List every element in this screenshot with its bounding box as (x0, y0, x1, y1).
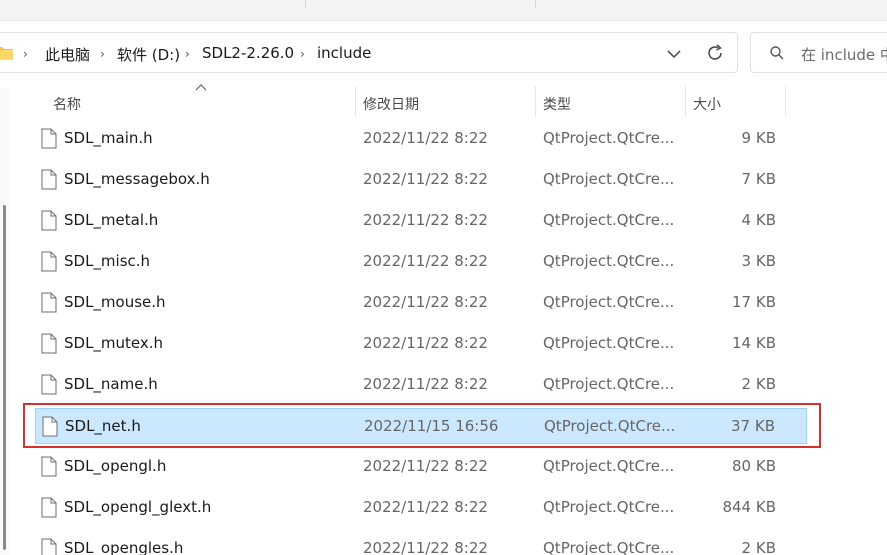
chevron-right-icon[interactable]: › (100, 47, 105, 61)
file-icon (41, 128, 57, 149)
file-date: 2022/11/22 8:22 (363, 252, 488, 270)
file-icon (41, 210, 57, 231)
file-date: 2022/11/22 8:22 (363, 457, 488, 475)
annotation-highlight-box (23, 403, 821, 448)
file-date: 2022/11/22 8:22 (363, 211, 488, 229)
file-type: QtProject.QtCre... (543, 293, 675, 311)
file-name: SDL_mouse.h (64, 293, 166, 311)
file-type: QtProject.QtCre... (543, 498, 675, 516)
file-row[interactable]: SDL_opengles.h 2022/11/22 8:22 QtProject… (35, 531, 807, 555)
tab-divider (305, 0, 306, 8)
column-header-type[interactable]: 类型 (543, 94, 571, 124)
file-size: 844 KB (722, 498, 776, 516)
breadcrumb-drive-d[interactable]: 软件 (D:) (117, 44, 180, 65)
breadcrumb-include[interactable]: include (317, 44, 371, 62)
column-header-date[interactable]: 修改日期 (363, 94, 419, 124)
file-size: 4 KB (741, 211, 776, 229)
file-type: QtProject.QtCre... (543, 211, 675, 229)
title-tab-strip (0, 0, 887, 21)
file-row[interactable]: SDL_metal.h 2022/11/22 8:22 QtProject.Qt… (35, 203, 807, 239)
column-header-size[interactable]: 大小 (693, 94, 721, 124)
chevron-right-icon[interactable]: › (185, 47, 190, 61)
file-date: 2022/11/22 8:22 (363, 293, 488, 311)
folder-icon (0, 47, 13, 60)
file-name: SDL_opengles.h (64, 539, 184, 555)
search-box[interactable]: 在 include 中 (750, 32, 887, 73)
file-icon (41, 251, 57, 272)
search-input[interactable]: 在 include 中 (801, 44, 887, 65)
file-date: 2022/11/22 8:22 (363, 539, 488, 555)
column-header-name[interactable]: 名称 (53, 94, 81, 124)
file-name: SDL_main.h (64, 129, 153, 147)
file-size: 2 KB (741, 375, 776, 393)
file-size: 7 KB (741, 170, 776, 188)
scrollbar-thumb[interactable] (3, 205, 6, 550)
file-size: 2 KB (741, 539, 776, 555)
column-divider[interactable] (685, 86, 686, 116)
file-name: SDL_messagebox.h (64, 170, 210, 188)
file-type: QtProject.QtCre... (543, 539, 675, 555)
sort-ascending-icon (195, 84, 207, 91)
file-name: SDL_opengl.h (64, 457, 167, 475)
file-type: QtProject.QtCre... (543, 252, 675, 270)
file-icon (41, 292, 57, 313)
file-type: QtProject.QtCre... (543, 334, 675, 352)
file-icon (41, 169, 57, 190)
column-divider[interactable] (535, 86, 536, 116)
refresh-icon[interactable] (705, 43, 725, 63)
file-name: SDL_name.h (64, 375, 158, 393)
address-bar[interactable]: › 此电脑 › 软件 (D:) › SDL2-2.26.0 › include (0, 32, 738, 73)
file-row[interactable]: SDL_misc.h 2022/11/22 8:22 QtProject.QtC… (35, 244, 807, 280)
file-row[interactable]: SDL_messagebox.h 2022/11/22 8:22 QtProje… (35, 162, 807, 198)
file-type: QtProject.QtCre... (543, 457, 675, 475)
file-date: 2022/11/22 8:22 (363, 129, 488, 147)
file-row[interactable]: SDL_opengl_glext.h 2022/11/22 8:22 QtPro… (35, 490, 807, 526)
file-name: SDL_mutex.h (64, 334, 164, 352)
column-divider[interactable] (785, 86, 786, 116)
file-row[interactable]: SDL_mouse.h 2022/11/22 8:22 QtProject.Qt… (35, 285, 807, 321)
file-icon (41, 538, 57, 555)
column-divider[interactable] (355, 86, 356, 116)
file-size: 80 KB (732, 457, 776, 475)
file-type: QtProject.QtCre... (543, 170, 675, 188)
file-icon (41, 333, 57, 354)
file-name: SDL_opengl_glext.h (64, 498, 212, 516)
file-name: SDL_metal.h (64, 211, 159, 229)
file-size: 17 KB (732, 293, 776, 311)
file-size: 14 KB (732, 334, 776, 352)
file-row[interactable]: SDL_name.h 2022/11/22 8:22 QtProject.QtC… (35, 367, 807, 403)
chevron-down-icon[interactable] (665, 45, 683, 63)
file-icon (41, 456, 57, 477)
chevron-right-icon[interactable]: › (23, 47, 28, 61)
file-icon (41, 374, 57, 395)
file-date: 2022/11/22 8:22 (363, 375, 488, 393)
file-date: 2022/11/22 8:22 (363, 498, 488, 516)
file-row[interactable]: SDL_mutex.h 2022/11/22 8:22 QtProject.Qt… (35, 326, 807, 362)
search-icon (770, 46, 784, 60)
file-type: QtProject.QtCre... (543, 375, 675, 393)
breadcrumb-sdl2-folder[interactable]: SDL2-2.26.0 (202, 44, 294, 62)
file-type: QtProject.QtCre... (543, 129, 675, 147)
file-date: 2022/11/22 8:22 (363, 334, 488, 352)
file-row[interactable]: SDL_opengl.h 2022/11/22 8:22 QtProject.Q… (35, 449, 807, 485)
file-icon (41, 497, 57, 518)
file-date: 2022/11/22 8:22 (363, 170, 488, 188)
chevron-right-icon[interactable]: › (300, 47, 305, 61)
file-size: 3 KB (741, 252, 776, 270)
file-size: 9 KB (741, 129, 776, 147)
tab-divider (535, 0, 536, 8)
breadcrumb-this-pc[interactable]: 此电脑 (45, 44, 90, 65)
file-name: SDL_misc.h (64, 252, 151, 270)
file-row[interactable]: SDL_main.h 2022/11/22 8:22 QtProject.QtC… (35, 121, 807, 157)
